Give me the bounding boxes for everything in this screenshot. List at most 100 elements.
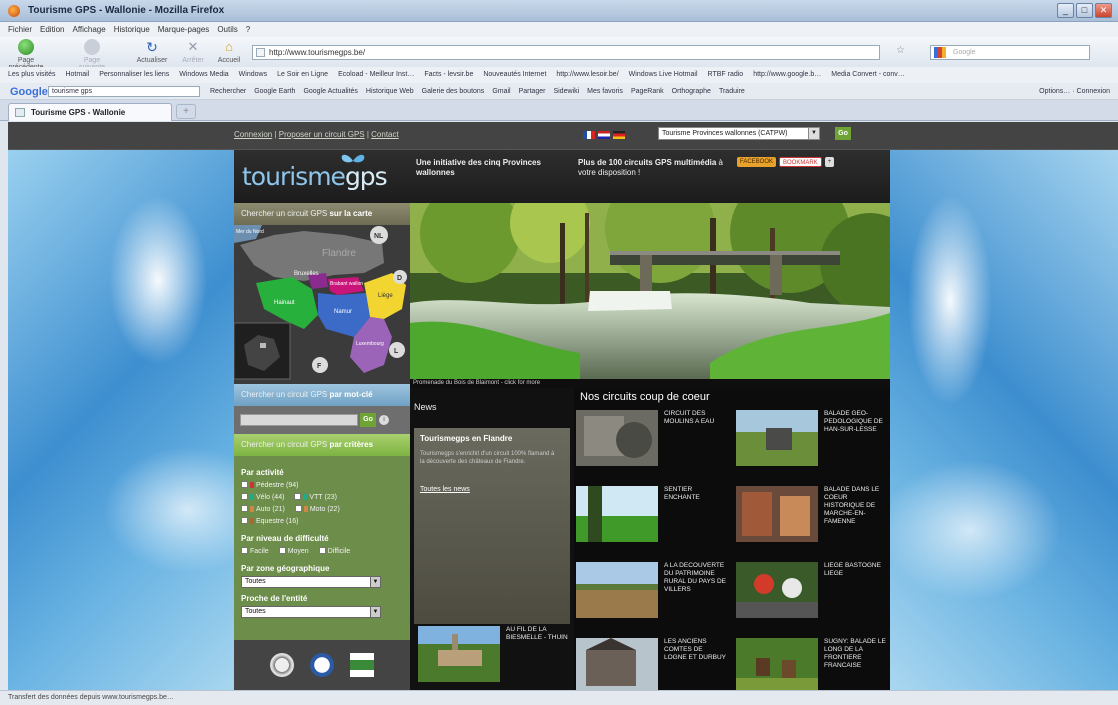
checkbox[interactable] [294,505,302,512]
bookmark-item[interactable]: Windows Live Hotmail [629,71,698,78]
menu-edit[interactable]: Edition [40,22,64,37]
bookmark-item[interactable]: Facts - levsir.be [424,71,473,78]
reload-button[interactable]: ↻ Actualiser [134,39,170,64]
google-toolbar-item[interactable]: Orthographe [672,88,711,95]
circuit-card-sentier-enchante[interactable]: SENTIER ENCHANTE [574,486,726,552]
all-news-link[interactable]: Toutes les news [420,486,470,493]
menu-view[interactable]: Affichage [72,22,105,37]
bookmark-item[interactable]: Windows [239,71,267,78]
map-label-flandre[interactable]: Flandre [322,248,356,259]
google-toolbar-item[interactable]: PageRank [631,88,664,95]
keyword-go-button[interactable]: Go [360,413,376,427]
bookmark-item[interactable]: Le Soir en Ligne [277,71,328,78]
address-bar[interactable]: http://www.tourismegps.be/ [252,45,880,60]
hero-caption[interactable]: Promenade du Bois de Blaimont - click fo… [410,379,890,388]
hero-image[interactable] [410,203,890,379]
bookmark-item[interactable]: http://www.google.b… [753,71,821,78]
bookmark-item[interactable]: Les plus visités [8,71,55,78]
circuit-card-biesmelle[interactable]: AU FIL DE LA BIESMELLE - THUIN [416,626,568,690]
site-logo[interactable]: tourismegps [242,154,388,191]
activity-vtt[interactable]: VTT (23) [294,492,337,504]
google-toolbar-item[interactable]: Traduire [719,88,745,95]
tab-tourisme-gps[interactable]: Tourisme GPS - Wallonie [8,103,172,121]
info-icon[interactable]: i [379,415,389,425]
menu-tools[interactable]: Outils [217,22,237,37]
circuit-card-han-sur-lesse[interactable]: BALADE GEO-PEDOLOGIQUE DE HAN-SUR-LESSE [734,410,886,476]
checkbox[interactable] [241,481,248,488]
activity-velo[interactable]: Vélo (44) [241,492,284,504]
difficulty-difficile[interactable]: Difficile [318,546,350,558]
bookmark-item[interactable]: Ecoload - Meilleur Inst… [338,71,414,78]
bookmark-star-icon[interactable]: ☆ [896,45,905,56]
google-toolbar-item[interactable]: Mes favoris [587,88,623,95]
province-select[interactable]: Tourisme Provinces wallonnes (CATPW) ▼ [658,127,820,140]
google-toolbar-options[interactable]: Options… · Connexion [1039,83,1110,99]
circuit-card-liege-bastogne[interactable]: LIEGE BASTOGNE LIEGE [734,562,886,628]
circuit-card-pays-de-villers[interactable]: A LA DECOUVERTE DU PATRIMOINE RURAL DU P… [574,562,726,628]
activity-moto[interactable]: Moto (22) [294,504,340,516]
checkbox[interactable] [241,517,248,524]
bookmark-item[interactable]: Hotmail [65,71,89,78]
bookmark-item[interactable]: Nouveautés Internet [483,71,546,78]
map-label-namur[interactable]: Namur [334,309,352,315]
checkbox[interactable] [241,493,248,500]
bookmark-item[interactable]: Windows Media [179,71,228,78]
google-toolbar-item[interactable]: Galerie des boutons [422,88,485,95]
share-badge[interactable]: + [824,157,835,167]
minimize-button[interactable]: _ [1057,3,1074,18]
contact-link[interactable]: Contact [371,130,399,139]
google-toolbar-item[interactable]: Gmail [492,88,510,95]
map-label-l[interactable]: L [394,348,399,355]
propose-circuit-link[interactable]: Proposer un circuit GPS [279,130,365,139]
circuit-card-sugny[interactable]: SUGNY: BALADE LE LONG DE LA FRONTIERE FR… [734,638,886,690]
map-label-liege[interactable]: Liège [378,293,393,299]
google-toolbar-item[interactable]: Google Actualités [303,88,357,95]
close-button[interactable]: ✕ [1095,3,1112,18]
login-link[interactable]: Connexion [234,130,272,139]
difficulty-moyen[interactable]: Moyen [278,546,309,558]
flag-fr-icon[interactable] [583,131,595,139]
search-box[interactable]: Google [930,45,1090,60]
google-toolbar-item[interactable]: Sidewiki [553,88,579,95]
bookmark-item[interactable]: Personnaliser les liens [99,71,169,78]
stop-button[interactable]: ✕ Arrêter [178,39,208,64]
map-label-hainaut[interactable]: Hainaut [274,300,295,306]
bookmark-item[interactable]: http://www.lesoir.be/ [556,71,618,78]
google-toolbar-item[interactable]: Google Earth [254,88,295,95]
menu-bookmarks[interactable]: Marque-pages [158,22,210,37]
google-toolbar-item[interactable]: Rechercher [210,88,246,95]
activity-equestre[interactable]: Equestre (16) [241,516,298,528]
map-label-luxembourg[interactable]: Luxembourg [356,341,384,347]
circuit-card-marche-en-famenne[interactable]: BALADE DANS LE COEUR HISTORIQUE DE MARCH… [734,486,886,552]
bookmark-item[interactable]: Media Convert - conv… [831,71,905,78]
checkbox[interactable] [241,505,248,512]
seal-logo-icon[interactable] [270,653,294,677]
map-label-bruxelles[interactable]: Bruxelles [294,271,319,277]
bookmark-item[interactable]: RTBF radio [708,71,744,78]
maximize-button[interactable]: □ [1076,3,1093,18]
circuit-card-logne-durbuy[interactable]: LES ANCIENS COMTES DE LOGNE ET DURBUY [574,638,726,690]
map-label-d[interactable]: D [397,275,402,282]
new-tab-button[interactable]: + [176,104,196,119]
zone-select[interactable]: Toutes ▼ [241,576,381,588]
google-toolbar-search-input[interactable]: tourisme gps [48,86,200,97]
flag-de-icon[interactable] [613,131,625,139]
circuit-card-moulins[interactable]: CIRCUIT DES MOULINS A EAU [574,410,726,476]
checkbox[interactable] [294,493,302,500]
activity-pedestre[interactable]: Pédestre (94) [241,480,298,492]
keyword-input[interactable] [240,414,358,426]
ot-logo-icon[interactable] [310,653,334,677]
map-label-brabant[interactable]: Brabant wallon [330,281,363,287]
news-headline[interactable]: Tourismegps en Flandre [420,434,512,443]
activity-auto[interactable]: Auto (21) [241,504,285,516]
province-go-button[interactable]: Go [835,127,851,140]
difficulty-facile[interactable]: Facile [241,546,269,558]
flag-nl-icon[interactable] [598,131,610,139]
checkbox[interactable] [318,547,326,554]
belgium-map[interactable]: Flandre Bruxelles Brabant wallon Hainaut… [234,225,410,384]
bookmark-badge[interactable]: BOOKMARK [779,157,822,167]
menu-history[interactable]: Historique [114,22,150,37]
near-select[interactable]: Toutes ▼ [241,606,381,618]
map-label-nl[interactable]: NL [374,233,384,240]
checkbox[interactable] [241,547,248,554]
